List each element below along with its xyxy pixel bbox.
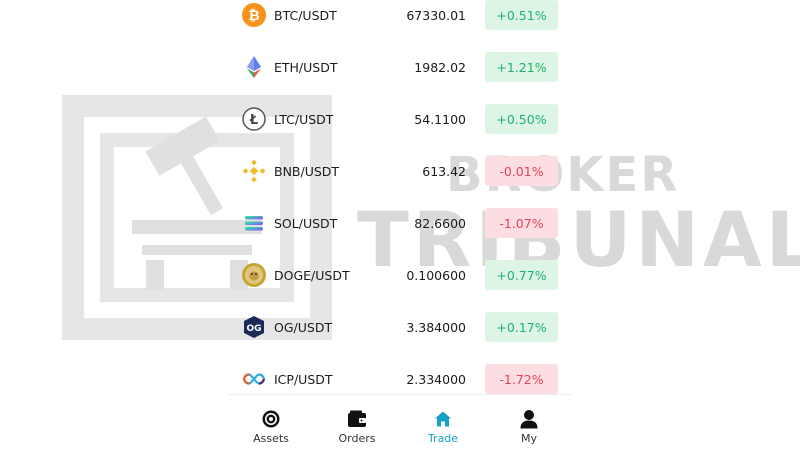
og-icon: OG	[242, 315, 266, 339]
bnb-icon	[242, 159, 266, 183]
market-row-eth[interactable]: ETH/USDT 1982.02 +1.21%	[228, 41, 572, 93]
nav-label: My	[520, 432, 537, 445]
nav-label: Orders	[338, 432, 376, 445]
market-row-btc[interactable]: ₿ BTC/USDT 67330.01 +0.51%	[228, 0, 572, 41]
pair-name: BNB/USDT	[274, 163, 340, 179]
pair-name: LTC/USDT	[274, 111, 334, 127]
svg-text:₿: ₿	[248, 8, 259, 24]
sol-icon	[242, 211, 266, 235]
last-price: 67330.01	[406, 7, 466, 23]
btc-icon: ₿	[242, 3, 266, 27]
nav-item-trade[interactable]: Trade	[400, 395, 486, 450]
pair-name: SOL/USDT	[274, 215, 338, 231]
last-price: 82.6600	[414, 215, 466, 231]
last-price: 3.384000	[406, 319, 466, 335]
change-badge[interactable]: +0.77%	[485, 260, 558, 290]
market-row-sol[interactable]: SOL/USDT 82.6600 -1.07%	[228, 197, 572, 249]
home-icon	[433, 409, 453, 429]
last-price: 2.334000	[406, 371, 466, 387]
change-badge[interactable]: -1.72%	[485, 364, 558, 394]
svg-text:OG: OG	[246, 324, 261, 334]
nav-item-orders[interactable]: Orders	[314, 395, 400, 450]
assets-icon	[261, 409, 281, 429]
last-price: 613.42	[422, 163, 466, 179]
eth-icon	[242, 55, 266, 79]
wallet-icon	[347, 409, 367, 429]
market-row-ltc[interactable]: Ł LTC/USDT 54.1100 +0.50%	[228, 93, 572, 145]
pair-name: OG/USDT	[274, 319, 333, 335]
bottom-nav: Assets Orders Trade My	[228, 394, 572, 450]
last-price: 54.1100	[414, 111, 466, 127]
doge-icon	[242, 263, 266, 287]
nav-item-my[interactable]: My	[486, 395, 572, 450]
market-row-og[interactable]: OG OG/USDT 3.384000 +0.17%	[228, 301, 572, 353]
nav-item-assets[interactable]: Assets	[228, 395, 314, 450]
market-list-screen: ₿ BTC/USDT 67330.01 +0.51% ETH/USDT 1982…	[228, 0, 572, 450]
pair-name: ICP/USDT	[274, 371, 333, 387]
last-price: 0.100600	[406, 267, 466, 283]
pair-name: DOGE/USDT	[274, 267, 350, 283]
last-price: 1982.02	[414, 59, 466, 75]
icp-icon	[242, 367, 266, 391]
user-icon	[519, 409, 539, 429]
change-badge[interactable]: -0.01%	[485, 156, 558, 186]
svg-text:Ł: Ł	[249, 113, 258, 128]
pair-name: ETH/USDT	[274, 59, 338, 75]
nav-label: Trade	[427, 432, 459, 445]
change-badge[interactable]: +1.21%	[485, 52, 558, 82]
pair-name: BTC/USDT	[274, 7, 337, 23]
market-row-bnb[interactable]: BNB/USDT 613.42 -0.01%	[228, 145, 572, 197]
nav-label: Assets	[253, 432, 289, 445]
ltc-icon: Ł	[242, 107, 266, 131]
change-badge[interactable]: +0.17%	[485, 312, 558, 342]
change-badge[interactable]: +0.51%	[485, 0, 558, 30]
market-row-doge[interactable]: DOGE/USDT 0.100600 +0.77%	[228, 249, 572, 301]
change-badge[interactable]: -1.07%	[485, 208, 558, 238]
change-badge[interactable]: +0.50%	[485, 104, 558, 134]
